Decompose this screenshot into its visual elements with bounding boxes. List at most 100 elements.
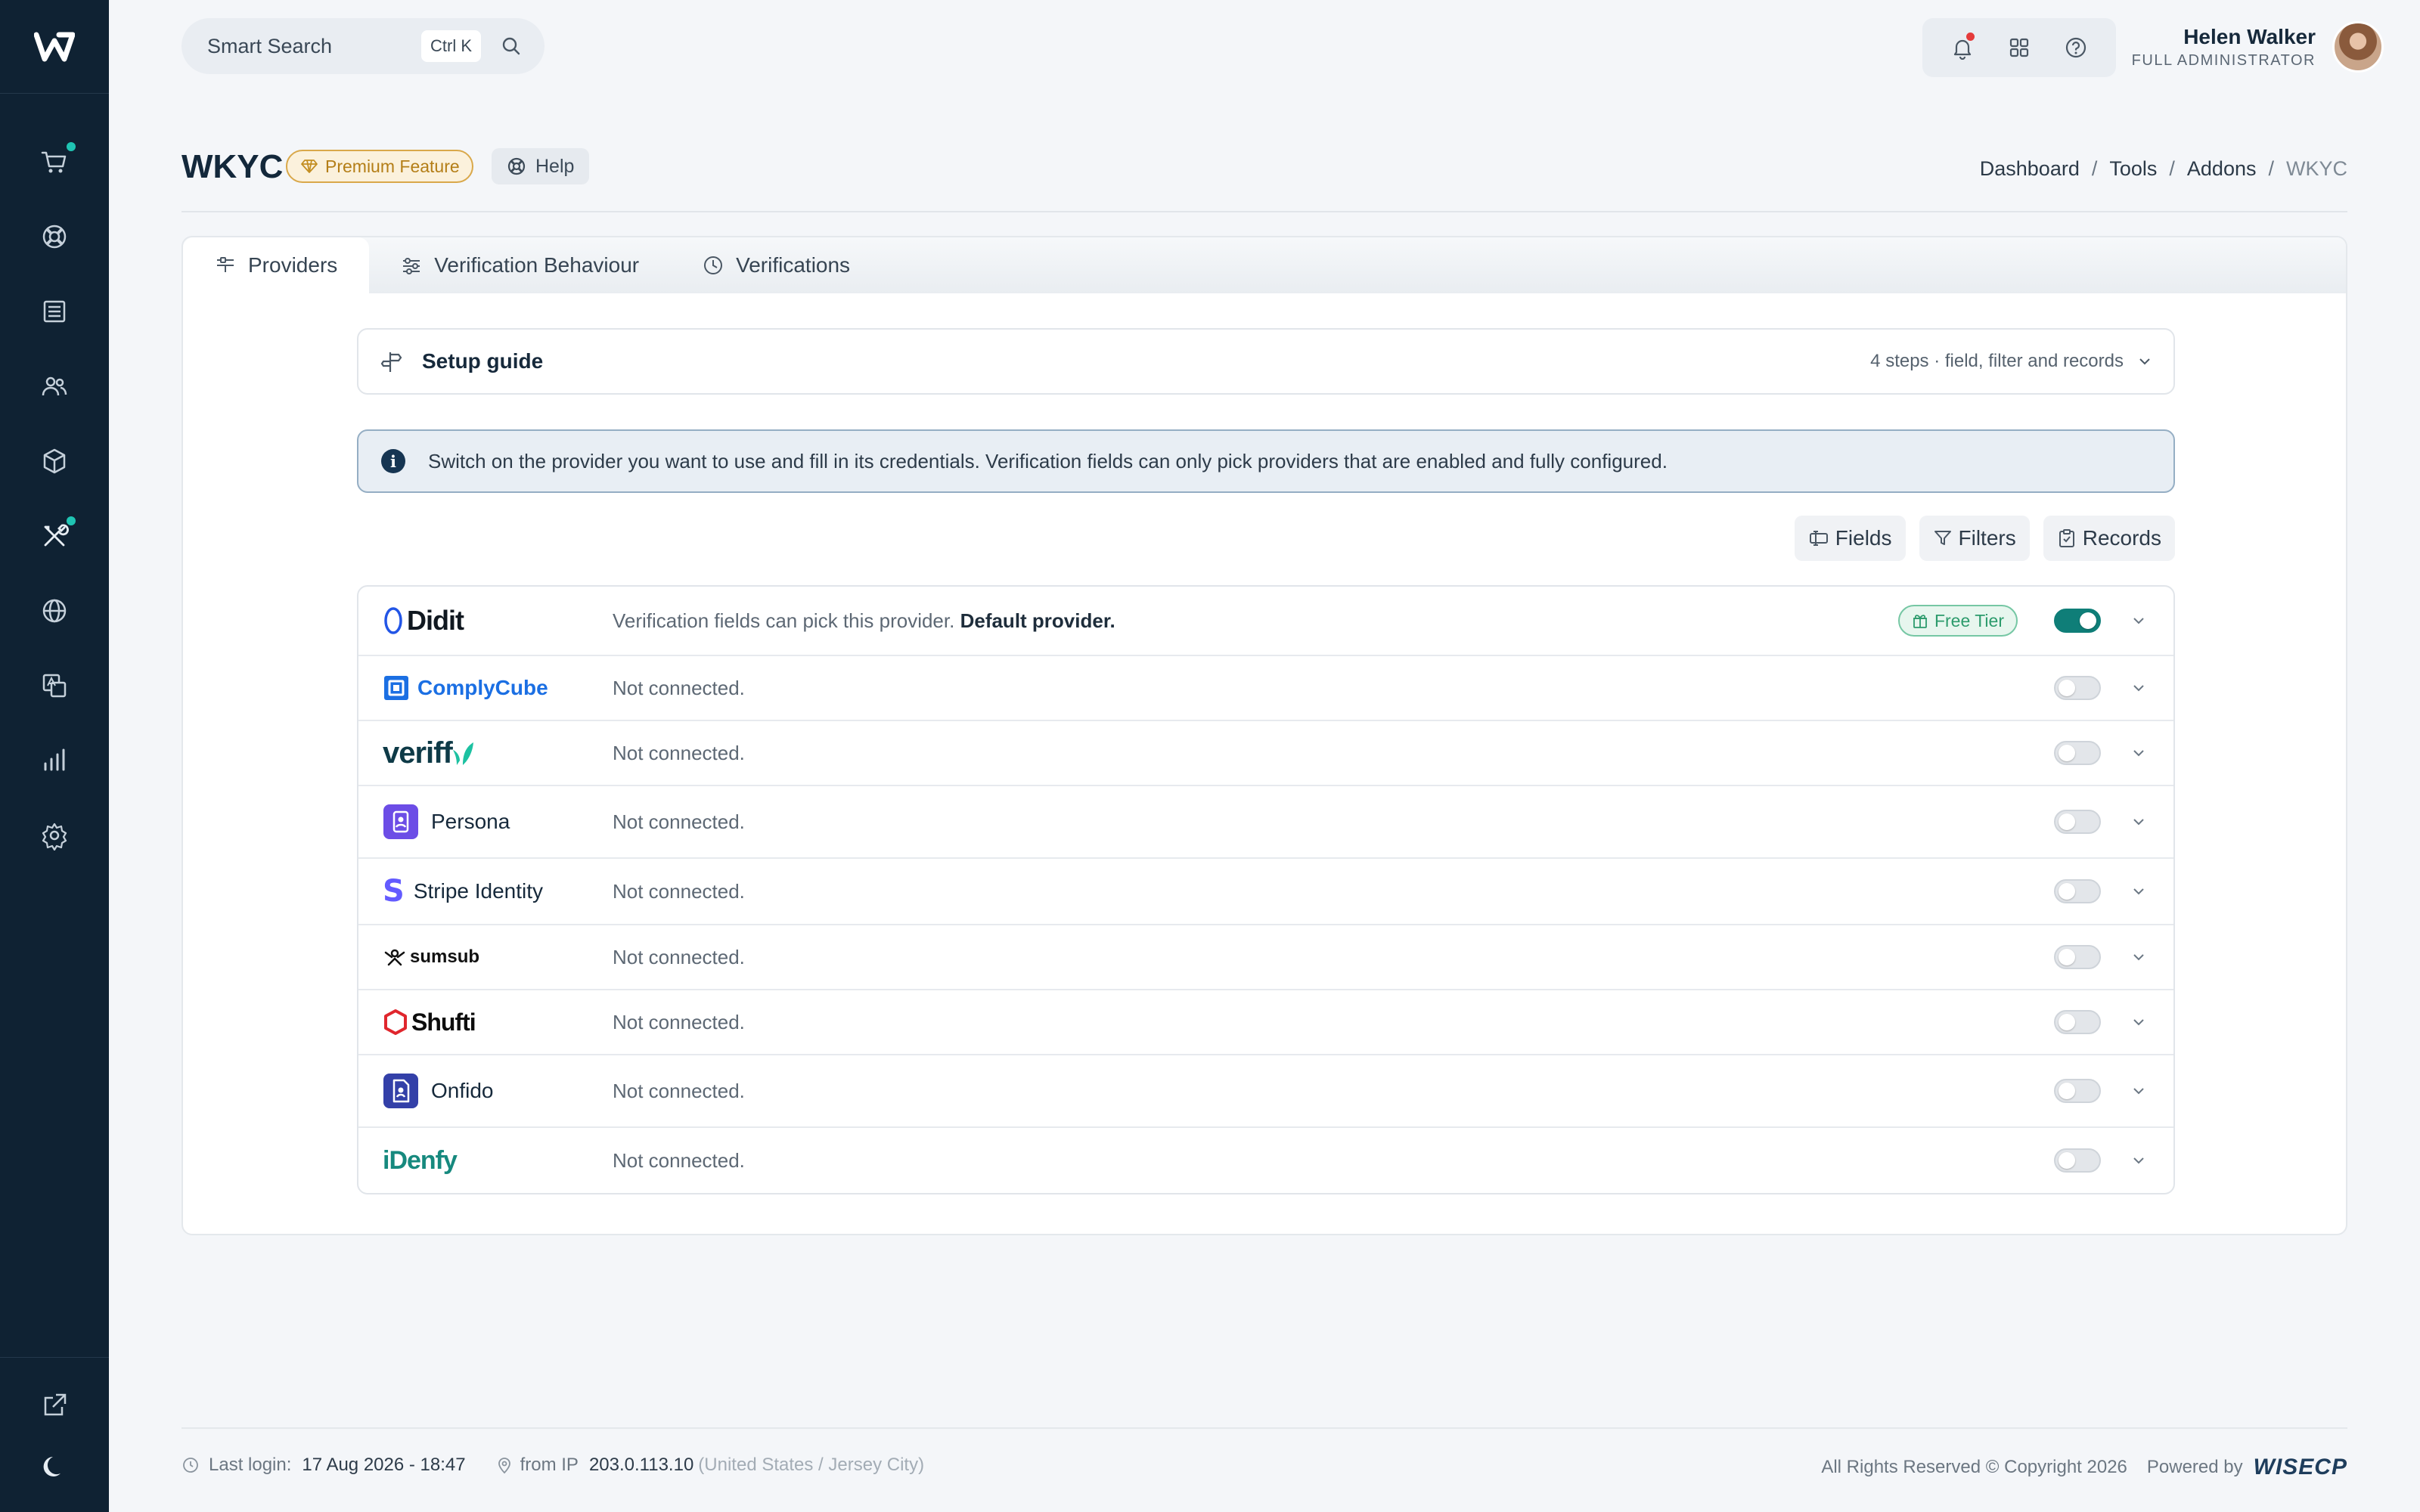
expand-button[interactable] [2131, 748, 2146, 758]
provider-enable-toggle[interactable] [2054, 1079, 2101, 1103]
smart-search[interactable]: Smart Search Ctrl K [182, 18, 544, 74]
tab-label: Providers [248, 253, 338, 277]
breadcrumb-addons[interactable]: Addons [2187, 157, 2257, 181]
breadcrumb-tools[interactable]: Tools [2109, 157, 2157, 181]
provider-row-idenfy[interactable]: iDenfy Not connected. [358, 1128, 2173, 1193]
provider-enable-toggle[interactable] [2054, 741, 2101, 765]
tab-providers[interactable]: Providers [183, 237, 370, 293]
premium-badge: Premium Feature [286, 150, 473, 183]
users-icon [42, 376, 67, 395]
provider-row-stripe-identity[interactable]: S Stripe Identity Not connected. [358, 859, 2173, 925]
breadcrumb-dashboard[interactable]: Dashboard [1980, 157, 2080, 181]
provider-status: Not connected. [613, 1010, 745, 1033]
expand-button[interactable] [2131, 816, 2146, 827]
help-center-button[interactable] [2061, 33, 2091, 63]
provider-name: Shufti [411, 1008, 476, 1036]
chevron-down-icon [2133, 954, 2144, 961]
signpost-icon [380, 352, 402, 372]
app-logo[interactable] [0, 0, 109, 94]
gift-icon [1913, 615, 1927, 628]
sidebar-item-orders[interactable] [0, 124, 109, 199]
provider-row-sumsub[interactable]: sumsub Not connected. [358, 925, 2173, 990]
provider-row-complycube[interactable]: ComplyCube Not connected. [358, 656, 2173, 721]
provider-enable-toggle[interactable] [2054, 879, 2101, 903]
breadcrumb-current: WKYC [2286, 157, 2347, 180]
setup-guide[interactable]: Setup guide 4 steps · field, filter and … [357, 328, 2175, 395]
sidebar-item-tools[interactable] [0, 498, 109, 573]
translate-icon [42, 674, 67, 697]
expand-button[interactable] [2131, 952, 2146, 962]
provider-name: Stripe Identity [413, 879, 544, 903]
records-button-label: Records [2082, 526, 2161, 550]
provider-row-persona[interactable]: Persona Not connected. [358, 786, 2173, 859]
filters-button[interactable]: Filters [1919, 516, 2030, 561]
provider-row-onfido[interactable]: Onfido Not connected. [358, 1055, 2173, 1128]
notification-dot [67, 516, 76, 525]
invoice-icon [43, 300, 66, 322]
wisecp-brand-logo[interactable]: WISECP [2254, 1455, 2347, 1480]
sidebar-item-users[interactable] [0, 349, 109, 423]
sidebar-nav [0, 94, 109, 872]
footer-copyright: All Rights Reserved © Copyright 2026 Pow… [1821, 1455, 2347, 1480]
notifications-button[interactable] [1947, 33, 1978, 63]
providers-card: Providers Verification Behaviour Verific… [182, 236, 2347, 1235]
fields-button[interactable]: Fields [1794, 516, 1906, 561]
provider-enable-toggle[interactable] [2054, 609, 2101, 633]
expand-button[interactable] [2131, 1086, 2146, 1096]
sidebar-item-settings[interactable] [0, 798, 109, 872]
setup-guide-meta: 4 steps · field, filter and records [1870, 351, 2124, 371]
apps-button[interactable] [2004, 33, 2034, 63]
provider-status: Not connected. [613, 1148, 745, 1172]
provider-status: Not connected. [613, 741, 745, 764]
gear-icon [42, 823, 67, 850]
provider-row-veriff[interactable]: veriff Not connected. [358, 721, 2173, 786]
search-placeholder[interactable]: Smart Search [207, 35, 421, 58]
diamond-icon [301, 160, 318, 173]
provider-status: Not connected. [613, 676, 745, 699]
shufti-mark-icon [384, 1009, 407, 1035]
provider-enable-toggle[interactable] [2054, 945, 2101, 969]
info-icon: i [381, 449, 405, 473]
info-alert: i Switch on the provider you want to use… [357, 429, 2175, 493]
chevron-down-icon [2133, 685, 2144, 692]
dark-mode-toggle[interactable] [0, 1436, 109, 1498]
sidebar [0, 0, 109, 1512]
records-button[interactable]: Records [2043, 516, 2175, 561]
clock-icon [183, 1458, 198, 1473]
provider-enable-toggle[interactable] [2054, 1010, 2101, 1034]
globe-icon [42, 599, 67, 622]
expand-button[interactable] [2131, 886, 2146, 897]
expand-button[interactable] [2131, 1017, 2146, 1027]
info-alert-text: Switch on the provider you want to use a… [428, 449, 1668, 472]
open-site-button[interactable] [0, 1374, 109, 1436]
user-menu[interactable]: Helen Walker FULL ADMINISTRATOR [2132, 21, 2384, 73]
sidebar-item-domains[interactable] [0, 573, 109, 648]
sidebar-item-support[interactable] [0, 199, 109, 274]
expand-button[interactable] [2131, 1155, 2146, 1166]
sidebar-item-languages[interactable] [0, 648, 109, 723]
avatar[interactable] [2332, 21, 2384, 73]
provider-row-shufti[interactable]: Shufti Not connected. [358, 990, 2173, 1055]
expand-button[interactable] [2131, 615, 2146, 626]
ip-location: (United States / Jersey City) [698, 1455, 925, 1475]
provider-status: Not connected. [613, 945, 745, 968]
stats-icon [44, 748, 65, 770]
search-icon[interactable] [501, 36, 522, 57]
cart-icon [41, 151, 67, 172]
sumsub-logo: sumsub [383, 947, 613, 968]
tab-verifications[interactable]: Verifications [671, 237, 882, 293]
provider-enable-toggle[interactable] [2054, 1148, 2101, 1173]
tab-verification-behaviour[interactable]: Verification Behaviour [369, 237, 671, 293]
provider-enable-toggle[interactable] [2054, 810, 2101, 834]
onfido-logo-mark-icon [383, 1074, 418, 1108]
provider-enable-toggle[interactable] [2054, 676, 2101, 700]
help-button[interactable]: Help [492, 148, 590, 184]
provider-row-didit[interactable]: Didit Verification fields can pick this … [358, 587, 2173, 656]
veriff-leaf-icon [452, 742, 473, 765]
provider-status: Not connected. [613, 1079, 745, 1102]
sidebar-item-reports[interactable] [0, 723, 109, 798]
default-provider-label: Default provider. [960, 609, 1115, 632]
sidebar-item-products[interactable] [0, 423, 109, 498]
sidebar-item-invoices[interactable] [0, 274, 109, 349]
expand-button[interactable] [2131, 683, 2146, 693]
